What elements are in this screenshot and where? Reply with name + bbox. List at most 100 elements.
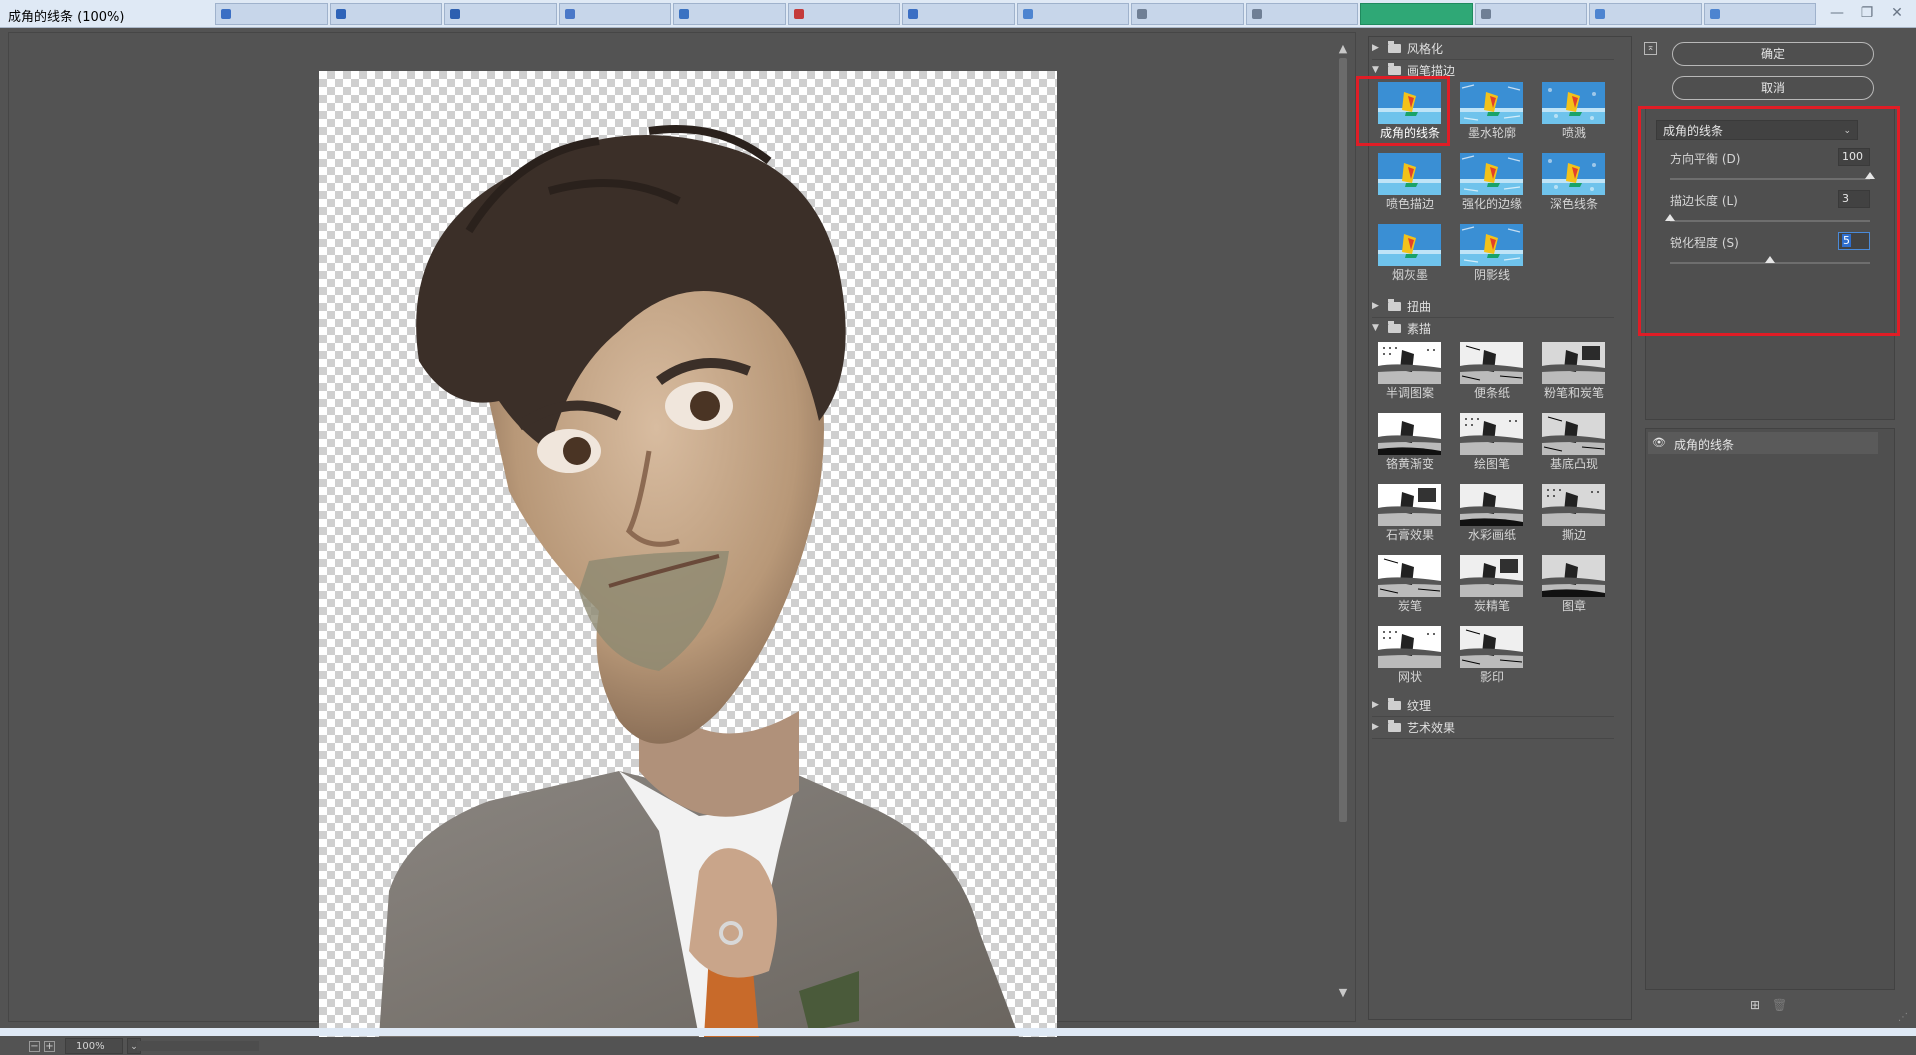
scroll-down-icon[interactable]: ▼: [1337, 986, 1349, 999]
background-tab[interactable]: [1474, 3, 1587, 25]
stroke-length-slider-track[interactable]: [1670, 220, 1870, 222]
filter-thumbnail-image: [1460, 342, 1523, 384]
filter-thumbnail[interactable]: 撕边: [1541, 482, 1607, 544]
preview-horizontal-scrollbar[interactable]: [137, 1041, 259, 1051]
filter-thumbnail[interactable]: 阴影线: [1459, 222, 1525, 284]
filter-thumbnail[interactable]: 便条纸: [1459, 340, 1525, 402]
filter-thumbnail-icon: [1542, 413, 1605, 455]
filter-thumbnail-image: [1460, 82, 1523, 124]
category-distort[interactable]: ▶ 扭曲: [1372, 296, 1614, 316]
bottom-frame: [0, 1028, 1916, 1036]
filter-thumbnail[interactable]: 网状: [1377, 624, 1443, 686]
filter-thumbnail[interactable]: 铬黄渐变: [1377, 411, 1443, 473]
scrollbar-thumb[interactable]: [1339, 58, 1347, 822]
delete-effect-layer-icon[interactable]: 🗑: [1772, 998, 1787, 1012]
category-artistic[interactable]: ▶ 艺术效果: [1372, 717, 1614, 737]
filter-thumbnail[interactable]: 炭精笔: [1459, 553, 1525, 615]
portrait-image: [379, 125, 1019, 1037]
sharpness-slider-thumb[interactable]: [1765, 256, 1775, 263]
filter-thumbnail[interactable]: 基底凸现: [1541, 411, 1607, 473]
background-tab[interactable]: [1131, 3, 1244, 25]
preview-canvas[interactable]: [319, 71, 1057, 1037]
filter-thumbnail-label: 基底凸现: [1549, 457, 1598, 471]
category-stylize[interactable]: ▶ 风格化: [1372, 38, 1614, 58]
category-label: 纹理: [1407, 698, 1432, 713]
filter-thumbnail[interactable]: 喷溅: [1541, 80, 1607, 142]
new-effect-layer-icon[interactable]: ⊞: [1748, 998, 1762, 1012]
filter-thumbnail-image: [1378, 224, 1441, 266]
zoom-level-field[interactable]: 100%: [65, 1038, 123, 1054]
preview-area[interactable]: − + 100% ⌄: [8, 32, 1356, 1054]
gallery-scrollbar[interactable]: ▲ ▼: [1335, 36, 1351, 1020]
filter-thumbnail-label: 绘图笔: [1473, 457, 1510, 471]
window-title: 成角的线条 (100%): [8, 10, 125, 25]
background-tab[interactable]: [444, 3, 557, 25]
direction-balance-input[interactable]: 100: [1838, 148, 1870, 166]
background-tab[interactable]: [1360, 3, 1473, 25]
background-tab[interactable]: [329, 3, 442, 25]
sharpness-input[interactable]: 5: [1838, 232, 1870, 250]
filter-thumbnail[interactable]: 喷色描边: [1377, 151, 1443, 213]
filter-thumbnail[interactable]: 炭笔: [1377, 553, 1443, 615]
close-button[interactable]: ✕: [1884, 3, 1910, 23]
filter-thumbnail[interactable]: 水彩画纸: [1459, 482, 1525, 544]
filter-thumbnail[interactable]: 粉笔和炭笔: [1541, 340, 1607, 402]
expand-triangle-icon: ▶: [1372, 301, 1379, 311]
background-tab[interactable]: [1703, 3, 1816, 25]
zoom-bar: − + 100% ⌄: [29, 1037, 141, 1055]
filter-thumbnail-icon: [1378, 413, 1441, 455]
filter-thumbnail[interactable]: 强化的边缘: [1459, 151, 1525, 213]
category-sketch[interactable]: ▼ 素描: [1372, 318, 1614, 338]
category-texture[interactable]: ▶ 纹理: [1372, 695, 1614, 715]
filter-thumbnail[interactable]: 烟灰墨: [1377, 222, 1443, 284]
ok-button[interactable]: 确定: [1672, 42, 1874, 66]
param-label-stroke-length: 描边长度 (L): [1670, 194, 1738, 208]
background-tab[interactable]: [673, 3, 786, 25]
background-tab[interactable]: [1245, 3, 1358, 25]
filter-thumbnail[interactable]: 深色线条: [1541, 151, 1607, 213]
filter-thumbnail[interactable]: 墨水轮廓: [1459, 80, 1525, 142]
background-tab[interactable]: [558, 3, 671, 25]
selected-filter-highlight: [1356, 76, 1450, 146]
minimize-button[interactable]: —: [1824, 3, 1850, 23]
maximize-button[interactable]: ❐: [1854, 3, 1880, 23]
zoom-out-button[interactable]: −: [29, 1040, 40, 1052]
window-controls: — ❐ ✕: [1824, 3, 1910, 23]
filter-thumbnail[interactable]: 半调图案: [1377, 340, 1443, 402]
sharpness-value: 5: [1842, 234, 1851, 247]
filter-thumbnail-icon: [1542, 555, 1605, 597]
collapse-gallery-icon[interactable]: ⌅: [1644, 42, 1657, 55]
stroke-length-slider-thumb[interactable]: [1665, 214, 1675, 221]
effect-layers-panel: [1645, 428, 1895, 990]
zoom-in-button[interactable]: +: [44, 1040, 55, 1052]
resize-grip-icon[interactable]: ⋰: [1898, 1012, 1912, 1026]
filter-thumbnail[interactable]: 绘图笔: [1459, 411, 1525, 473]
background-tab[interactable]: [215, 3, 328, 25]
filter-thumbnail-icon: [1460, 555, 1523, 597]
background-tab[interactable]: [1589, 3, 1702, 25]
filter-thumbnail-icon: [1378, 484, 1441, 526]
filter-thumbnail-label: 墨水轮廓: [1467, 126, 1516, 140]
collapse-triangle-icon: ▼: [1372, 323, 1379, 333]
filter-thumbnail[interactable]: 图章: [1541, 553, 1607, 615]
filter-select-dropdown[interactable]: 成角的线条 ⌄: [1656, 120, 1858, 140]
background-taskbar-tabs: [215, 3, 1816, 25]
eye-icon[interactable]: 👁: [1652, 437, 1666, 449]
scroll-up-icon[interactable]: ▲: [1337, 42, 1349, 55]
filter-thumbnail[interactable]: 石膏效果: [1377, 482, 1443, 544]
background-tab[interactable]: [1016, 3, 1129, 25]
direction-balance-slider-track[interactable]: [1670, 178, 1870, 180]
filter-thumbnail[interactable]: 影印: [1459, 624, 1525, 686]
folder-icon: [1388, 697, 1401, 710]
filter-thumbnail-image: [1378, 413, 1441, 455]
background-tab[interactable]: [902, 3, 1015, 25]
stroke-length-input[interactable]: 3: [1838, 190, 1870, 208]
filter-thumbnail-label: 便条纸: [1473, 386, 1510, 400]
stroke-length-value: 3: [1842, 192, 1849, 205]
background-tab[interactable]: [787, 3, 900, 25]
filter-thumbnail-image: [1542, 555, 1605, 597]
direction-balance-slider-thumb[interactable]: [1865, 172, 1875, 179]
title-bar: 成角的线条 (100%) — ❐ ✕: [0, 0, 1916, 28]
filter-thumbnail-label: 图章: [1561, 599, 1586, 613]
cancel-button[interactable]: 取消: [1672, 76, 1874, 100]
